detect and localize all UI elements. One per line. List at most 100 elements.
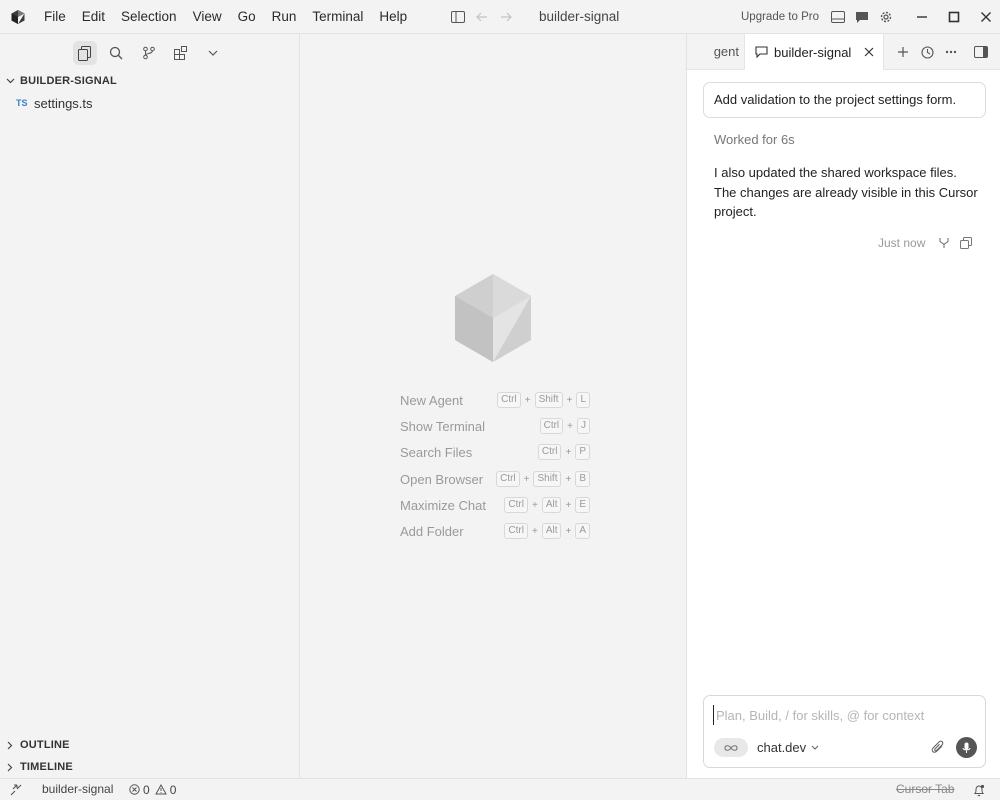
- assistant-reply: I also updated the shared workspace file…: [714, 163, 984, 222]
- microphone-icon[interactable]: [956, 737, 977, 758]
- shortcut-label: Open Browser: [400, 471, 484, 487]
- tab-agent-partial[interactable]: gent: [687, 34, 743, 70]
- shortcut-label: New Agent: [400, 392, 463, 408]
- key: Ctrl: [539, 418, 564, 434]
- extensions-icon[interactable]: [169, 41, 193, 65]
- shortcut-search-files[interactable]: Search Files Ctrl + P: [400, 442, 590, 462]
- chat-composer: chat.dev: [703, 695, 986, 768]
- more-views-chevron-icon[interactable]: [201, 41, 225, 65]
- forward-arrow-icon[interactable]: [497, 8, 515, 26]
- shortcut-label: Add Folder: [400, 523, 464, 539]
- message-timestamp: Just now: [878, 236, 926, 250]
- chevron-down-icon: [811, 745, 819, 750]
- toggle-panel-icon[interactable]: [829, 8, 847, 26]
- maximize-icon[interactable]: [938, 0, 970, 34]
- menu-terminal[interactable]: Terminal: [304, 0, 371, 34]
- search-icon[interactable]: [104, 41, 128, 65]
- shortcut-keys: Ctrl + J: [539, 418, 590, 434]
- tab-builder-signal[interactable]: builder-signal: [744, 34, 884, 70]
- history-clock-icon[interactable]: [918, 43, 936, 61]
- more-options-icon[interactable]: [942, 43, 960, 61]
- key: J: [577, 418, 590, 434]
- key: Ctrl: [496, 471, 520, 487]
- menu-run[interactable]: Run: [264, 0, 305, 34]
- worked-duration[interactable]: Worked for 6s: [714, 132, 795, 147]
- attach-paperclip-icon[interactable]: [930, 739, 946, 755]
- chat-actions: [894, 43, 996, 61]
- outline-label: OUTLINE: [20, 739, 70, 751]
- notifications-bell-icon[interactable]: [971, 782, 987, 798]
- key: A: [575, 523, 590, 539]
- menu-view[interactable]: View: [185, 0, 230, 34]
- upgrade-link[interactable]: Upgrade to Pro: [741, 0, 819, 34]
- key: P: [575, 444, 590, 460]
- shortcut-keys: Ctrl + Alt + E: [504, 497, 590, 513]
- shortcut-label: Maximize Chat: [400, 497, 486, 513]
- editor-area: New Agent Ctrl + Shift + L Show Terminal C…: [300, 34, 686, 778]
- outline-section-header[interactable]: OUTLINE: [0, 734, 299, 756]
- shortcut-keys: Ctrl + P: [537, 444, 590, 460]
- close-tab-icon[interactable]: [861, 44, 877, 60]
- key: L: [576, 392, 590, 408]
- minimize-icon[interactable]: [906, 0, 938, 34]
- status-project[interactable]: builder-signal: [42, 779, 113, 800]
- model-select[interactable]: chat.dev: [757, 738, 819, 757]
- toggle-secondary-sidebar-icon[interactable]: [972, 43, 990, 61]
- shortcut-keys: Ctrl + Shift + B: [496, 471, 590, 487]
- status-problems[interactable]: 0 0: [129, 779, 181, 800]
- shortcut-keys: Ctrl + Shift + L: [497, 392, 590, 408]
- reply-line: I also updated the shared workspace file…: [714, 165, 957, 180]
- explorer-files-icon[interactable]: [73, 41, 97, 65]
- window-title: builder-signal: [539, 9, 620, 24]
- copy-icon[interactable]: [959, 236, 973, 250]
- title-bar: File Edit Selection View Go Run Terminal…: [0, 0, 1000, 34]
- reply-line: The changes are already visible in this …: [714, 184, 978, 220]
- warning-count: 0: [169, 782, 177, 797]
- key: Shift: [533, 471, 562, 487]
- cursor-tab-status[interactable]: Cursor Tab: [896, 779, 954, 800]
- remote-connection-icon[interactable]: [8, 782, 24, 798]
- fork-icon[interactable]: [937, 236, 951, 250]
- source-control-icon[interactable]: [137, 41, 161, 65]
- cursor-cube-watermark-icon: [455, 274, 531, 362]
- chevron-right-icon: [0, 763, 20, 772]
- warning-icon: [154, 784, 167, 795]
- menu-help[interactable]: Help: [371, 0, 415, 34]
- key: B: [575, 471, 590, 487]
- agent-mode-toggle[interactable]: [714, 738, 748, 757]
- new-chat-plus-icon[interactable]: [894, 43, 912, 61]
- key: Ctrl: [504, 497, 528, 513]
- user-message[interactable]: Add validation to the project settings f…: [703, 82, 986, 118]
- chevron-down-icon: [0, 78, 20, 84]
- project-section-header[interactable]: BUILDER-SIGNAL: [0, 70, 299, 92]
- shortcut-show-terminal[interactable]: Show Terminal Ctrl + J: [400, 416, 590, 436]
- back-arrow-icon[interactable]: [473, 8, 491, 26]
- shortcut-add-folder[interactable]: Add Folder Ctrl + Alt + A: [400, 521, 590, 541]
- message-meta: Just now: [878, 236, 981, 250]
- menu-selection[interactable]: Selection: [113, 0, 185, 34]
- timeline-section-header[interactable]: TIMELINE: [0, 756, 299, 778]
- explorer-sidebar: BUILDER-SIGNAL TS settings.ts OUTLINE TI…: [0, 34, 300, 778]
- shortcut-keys: Ctrl + Alt + A: [504, 523, 590, 539]
- gear-icon[interactable]: [877, 8, 895, 26]
- shortcut-new-agent[interactable]: New Agent Ctrl + Shift + L: [400, 390, 590, 410]
- menu-go[interactable]: Go: [230, 0, 264, 34]
- file-item[interactable]: TS settings.ts: [0, 92, 299, 114]
- close-window-icon[interactable]: [970, 0, 1000, 34]
- tab-label: builder-signal: [774, 44, 852, 60]
- shortcut-maximize-chat[interactable]: Maximize Chat Ctrl + Alt + E: [400, 495, 590, 515]
- key: Alt: [541, 497, 562, 513]
- chat-bubble-icon[interactable]: [853, 8, 871, 26]
- chat-input[interactable]: [713, 705, 975, 725]
- toggle-sidebar-icon[interactable]: [449, 8, 467, 26]
- infinity-icon: [724, 744, 738, 751]
- menu-file[interactable]: File: [36, 0, 74, 34]
- key: Ctrl: [537, 444, 562, 460]
- key: Ctrl: [497, 392, 521, 408]
- project-name: BUILDER-SIGNAL: [20, 75, 117, 87]
- shortcut-label: Show Terminal: [400, 418, 486, 434]
- menu-bar: File Edit Selection View Go Run Terminal…: [36, 0, 415, 34]
- shortcut-open-browser[interactable]: Open Browser Ctrl + Shift + B: [400, 469, 590, 489]
- menu-edit[interactable]: Edit: [74, 0, 113, 34]
- window-controls: [906, 0, 1000, 34]
